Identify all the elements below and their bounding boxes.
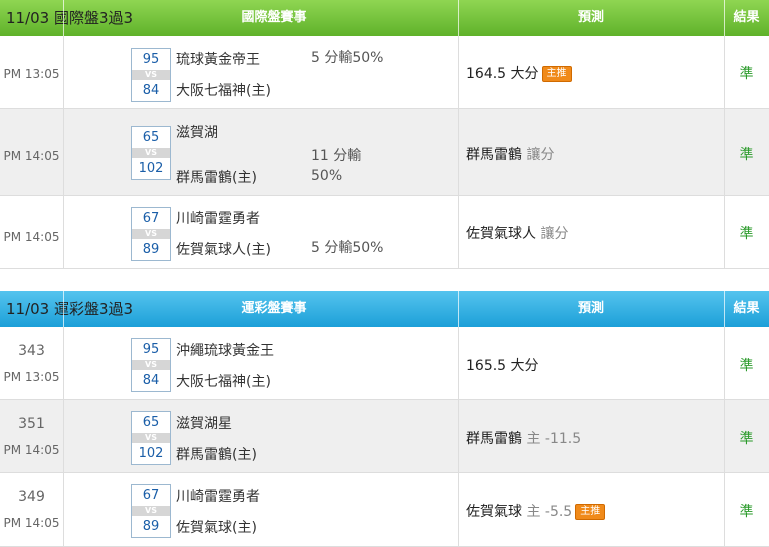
result-column-header: 結果 — [733, 301, 760, 316]
section-header: 11/03 國際盤3過3 國際盤賽事 預測 結果 — [0, 0, 769, 36]
home-score: 89 — [142, 242, 160, 257]
prediction-type: 讓分 — [526, 147, 555, 163]
home-team: 群馬雷鶴(主) — [176, 170, 257, 186]
main-pick-badge: 主推 — [575, 504, 606, 520]
result-status: 準 — [739, 431, 754, 447]
table-row: PM 13:05 95 VS 84 琉球黃金帝王 大阪七福神(主) 5 分輸50… — [0, 36, 769, 109]
home-team: 佐賀氣球人(主) — [176, 242, 271, 258]
home-team: 大阪七福神(主) — [176, 374, 271, 390]
result-status: 準 — [739, 358, 754, 374]
prediction-line: 主 -5.5 — [526, 504, 573, 520]
game-time: PM 14:05 — [3, 230, 60, 244]
game-time: PM 14:05 — [3, 443, 60, 457]
prediction: 佐賀氣球 主 -5.5 主推 — [466, 501, 606, 521]
game-number: 351 — [18, 416, 45, 432]
handicap-result: 5 分輸50% — [311, 240, 384, 256]
main-pick-badge: 主推 — [541, 66, 572, 82]
result-status: 準 — [739, 147, 754, 163]
score-box: 95 VS 84 — [131, 48, 171, 102]
prediction-pick: 164.5 大分 — [466, 66, 539, 82]
away-score: 95 — [142, 52, 160, 67]
score-box: 67 VS 89 — [131, 484, 171, 538]
away-team: 川崎雷霆勇者 — [176, 489, 260, 505]
away-team: 滋賀湖星 — [176, 416, 232, 432]
score-box: 67 VS 89 — [131, 207, 171, 261]
result-status: 準 — [739, 66, 754, 82]
home-score: 102 — [138, 161, 164, 176]
prediction-column-header: 預測 — [577, 10, 604, 25]
table-row: 351 PM 14:05 65 VS 102 滋賀湖星 群馬雷鶴(主) 群馬雷鶴… — [0, 400, 769, 473]
prediction-pick: 佐賀氣球 — [466, 504, 522, 520]
away-score: 95 — [142, 342, 160, 357]
prediction-line: 主 -11.5 — [526, 431, 582, 447]
away-score: 65 — [142, 130, 160, 145]
vs-label: VS — [132, 433, 170, 443]
away-score: 67 — [142, 211, 160, 226]
home-score: 84 — [142, 83, 160, 98]
away-team: 滋賀湖 — [176, 125, 218, 141]
event-column-header: 國際盤賽事 — [241, 10, 307, 25]
result-status: 準 — [739, 504, 754, 520]
vs-label: VS — [132, 229, 170, 239]
result-column-header: 結果 — [733, 10, 760, 25]
prediction-pick: 群馬雷鶴 — [466, 147, 522, 163]
vs-label: VS — [132, 506, 170, 516]
vs-label: VS — [132, 360, 170, 370]
international-section: 11/03 國際盤3過3 國際盤賽事 預測 結果 PM 13:05 95 VS … — [0, 0, 769, 269]
event-column-header: 運彩盤賽事 — [241, 301, 307, 316]
away-score: 65 — [142, 415, 160, 430]
score-box: 65 VS 102 — [131, 126, 171, 180]
table-row: PM 14:05 67 VS 89 川崎雷霆勇者 佐賀氣球人(主) 5 分輸50… — [0, 196, 769, 269]
handicap-result: 11 分輸 50% — [311, 146, 361, 186]
home-team: 大阪七福神(主) — [176, 83, 271, 99]
result-status: 準 — [739, 226, 754, 242]
vs-label: VS — [132, 70, 170, 80]
table-row: 349 PM 14:05 67 VS 89 川崎雷霆勇者 佐賀氣球(主) 佐賀氣… — [0, 473, 769, 547]
away-team: 川崎雷霆勇者 — [176, 211, 260, 227]
handicap-line-2: 50% — [311, 168, 343, 184]
game-number: 349 — [18, 489, 45, 505]
prediction-pick: 群馬雷鶴 — [466, 431, 522, 447]
prediction: 佐賀氣球人 讓分 — [466, 223, 568, 243]
prediction: 群馬雷鶴 主 -11.5 — [466, 428, 581, 448]
game-time: PM 13:05 — [3, 67, 60, 81]
away-score: 67 — [142, 488, 160, 503]
prediction-column-header: 預測 — [577, 301, 604, 316]
prediction: 165.5 大分 — [466, 355, 539, 375]
handicap-result: 5 分輸50% — [311, 50, 384, 66]
section-header: 11/03 運彩盤3過3 運彩盤賽事 預測 結果 — [0, 291, 769, 327]
prediction-type: 讓分 — [540, 226, 569, 242]
prediction-pick: 165.5 大分 — [466, 358, 539, 374]
game-time: PM 14:05 — [3, 149, 60, 163]
score-box: 95 VS 84 — [131, 338, 171, 392]
prediction: 164.5 大分 主推 — [466, 63, 572, 83]
away-team: 沖繩琉球黃金王 — [176, 343, 274, 359]
home-team: 佐賀氣球(主) — [176, 520, 257, 536]
game-time: PM 14:05 — [3, 516, 60, 530]
home-score: 89 — [142, 519, 160, 534]
vs-label: VS — [132, 148, 170, 158]
prediction: 群馬雷鶴 讓分 — [466, 144, 554, 164]
table-row: 343 PM 13:05 95 VS 84 沖繩琉球黃金王 大阪七福神(主) 1… — [0, 327, 769, 400]
home-score: 102 — [138, 446, 164, 461]
table-row: PM 14:05 65 VS 102 滋賀湖 群馬雷鶴(主) 11 分輸 50%… — [0, 109, 769, 196]
home-score: 84 — [142, 373, 160, 388]
score-box: 65 VS 102 — [131, 411, 171, 465]
prediction-pick: 佐賀氣球人 — [466, 226, 536, 242]
game-time: PM 13:05 — [3, 370, 60, 384]
home-team: 群馬雷鶴(主) — [176, 447, 257, 463]
game-number: 343 — [18, 343, 45, 359]
handicap-line-1: 11 分輸 — [311, 148, 362, 164]
away-team: 琉球黃金帝王 — [176, 52, 260, 68]
sports-lottery-section: 11/03 運彩盤3過3 運彩盤賽事 預測 結果 343 PM 13:05 95… — [0, 291, 769, 547]
